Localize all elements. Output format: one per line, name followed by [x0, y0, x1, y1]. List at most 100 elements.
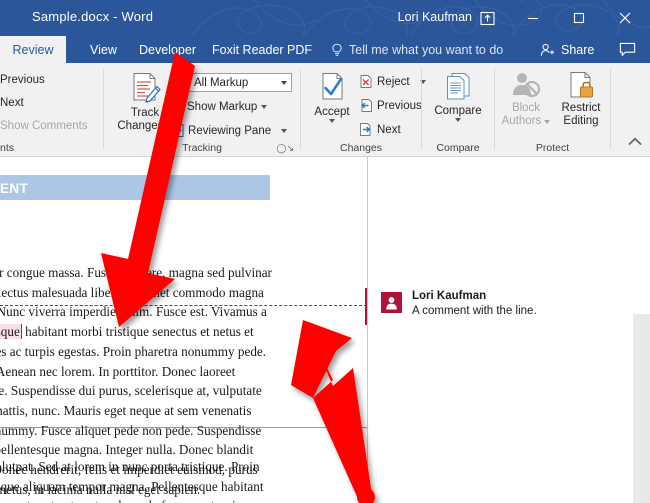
comments-pane-button[interactable]: [610, 36, 644, 63]
paragraph-2-text: Aliquam erat volutpat. Sed at lorem in n…: [0, 459, 264, 503]
comment-anchor-text[interactable]: Pellentesque: [0, 324, 22, 340]
ribbon-display-options-icon[interactable]: [464, 0, 510, 36]
tab-developer[interactable]: Developer: [129, 36, 206, 63]
track-changes-label: Track: [130, 107, 160, 119]
comment-connector-line: [0, 305, 367, 306]
compare-documents-icon: [447, 73, 470, 100]
chevron-down-icon: [261, 104, 268, 109]
group-separator-5: [610, 69, 611, 149]
previous-comment-label: Previous: [0, 74, 45, 86]
chevron-up-icon: [628, 137, 642, 145]
tab-view[interactable]: View: [80, 36, 127, 63]
tab-review[interactable]: Review: [0, 36, 66, 63]
tab-foxit-reader-pdf[interactable]: Foxit Reader PDF: [202, 36, 322, 63]
accept-label: Accept: [314, 106, 350, 118]
tab-developer-label: Developer: [139, 42, 196, 57]
collapse-ribbon-button[interactable]: [628, 133, 642, 151]
previous-change-button[interactable]: Previous: [359, 98, 422, 113]
comment-author: Lori Kaufman: [412, 290, 487, 302]
next-change-button[interactable]: Next: [359, 122, 401, 137]
previous-change-icon: [360, 99, 372, 112]
next-change-label: Next: [377, 123, 401, 136]
next-change-icon: [360, 123, 371, 136]
changes-group-label: Changes: [339, 142, 383, 154]
word-window: Sample.docx - Word Lori Kaufman Review V…: [0, 0, 650, 503]
chevron-down-icon: [455, 118, 461, 122]
share-label: Share: [561, 42, 595, 57]
avatar: [381, 292, 402, 313]
reviewing-pane-icon: [169, 124, 184, 137]
share-button[interactable]: Share: [540, 36, 594, 63]
close-glyph: [619, 12, 631, 24]
show-markup-icon: [170, 100, 182, 113]
show-comments-button: Show Comments: [0, 120, 88, 132]
compare-label: Compare: [434, 105, 482, 117]
person-avatar-icon: [386, 296, 397, 309]
tab-view-label: View: [90, 42, 117, 57]
chevron-down-icon: [281, 128, 288, 133]
markup-view-dropdown[interactable]: All Markup: [188, 73, 292, 92]
person-add-icon: [540, 43, 555, 56]
tracking-group-label: Tracking: [182, 142, 222, 154]
chevron-down-icon: [329, 119, 335, 123]
restrict-editing-label: Restrict: [561, 102, 601, 114]
maximize-glyph: [573, 12, 585, 24]
previous-change-label: Previous: [377, 99, 422, 112]
ribbon-display-options-glyph: [479, 11, 495, 25]
reject-button[interactable]: Reject: [359, 74, 426, 89]
tracking-dialog-launcher[interactable]: ◯↘: [276, 143, 294, 154]
accept-change-icon: [322, 73, 343, 100]
track-changes-button[interactable]: Track Changes: [113, 71, 177, 133]
comment-balloon-icon: [619, 42, 635, 56]
title-bar: Sample.docx - Word Lori Kaufman: [0, 0, 650, 36]
vertical-scrollbar[interactable]: [633, 314, 650, 503]
display-for-review-icon: [170, 75, 185, 87]
comments-group-label: nts: [0, 142, 15, 154]
show-markup-button[interactable]: Show Markup: [169, 99, 268, 114]
protect-group-label: Protect: [535, 142, 570, 154]
previous-comment-button[interactable]: Previous: [0, 74, 45, 86]
ribbon-tab-strip: Review View Developer Foxit Reader PDF T…: [0, 36, 650, 63]
account-name: Lori Kaufman: [397, 10, 472, 24]
block-authors-button: Block Authors: [497, 71, 555, 128]
ribbon-group-comments: Previous Next Show Comments nts: [0, 63, 104, 157]
window-title: Sample.docx - Word: [32, 9, 154, 24]
compare-button[interactable]: Compare: [428, 71, 488, 122]
next-comment-label: Next: [0, 97, 24, 109]
ribbon-group-compare: Compare Compare: [422, 63, 494, 157]
comment-anchor-tick: [365, 288, 367, 325]
next-comment-button[interactable]: Next: [0, 97, 24, 109]
reviewing-pane-button[interactable]: Reviewing Pane: [169, 123, 288, 138]
document-paragraph-2[interactable]: Aliquam erat volutpat. Sed at lorem in n…: [0, 457, 276, 503]
tell-me-box[interactable]: Tell me what you want to do: [331, 36, 503, 63]
block-authors-label2: Authors: [502, 115, 551, 128]
reject-change-icon: [360, 75, 372, 88]
close-icon[interactable]: [602, 0, 648, 36]
tab-foxit-reader-pdf-label: Foxit Reader PDF: [212, 42, 313, 57]
restrict-editing-icon: [570, 72, 593, 98]
ribbon-group-tracking: Track Changes All Markup Show Markup Rev…: [104, 63, 300, 157]
ribbon: Previous Next Show Comments nts Track Ch…: [0, 63, 650, 157]
block-authors-label: Block: [511, 102, 541, 114]
show-comments-label: Show Comments: [0, 120, 88, 132]
track-changes-label2: Changes: [117, 120, 173, 133]
lightbulb-icon: [332, 43, 342, 56]
reviewing-pane-label: Reviewing Pane: [188, 124, 272, 137]
accept-button[interactable]: Accept: [307, 71, 357, 123]
comment-text: A comment with the line.: [412, 305, 537, 317]
minimize-glyph: [528, 17, 538, 20]
minimize-icon[interactable]: [510, 0, 556, 36]
document-heading: ENT: [0, 181, 29, 196]
maximize-icon[interactable]: [556, 0, 602, 36]
document-canvas[interactable]: ENT aecenas porttitor congue massa. Fusc…: [0, 157, 650, 503]
ribbon-group-changes: Accept Reject Previous Next Changes: [301, 63, 426, 157]
track-changes-icon: [133, 73, 161, 103]
tell-me-label: Tell me what you want to do: [349, 42, 504, 57]
show-markup-label: Show Markup: [187, 100, 258, 113]
tab-review-label: Review: [12, 42, 54, 57]
chevron-down-icon: [281, 80, 287, 85]
restrict-editing-label2: Editing: [563, 115, 599, 127]
markup-view-value: All Markup: [194, 76, 249, 89]
document-heading-band: [0, 175, 270, 200]
restrict-editing-button[interactable]: Restrict Editing: [553, 71, 609, 128]
